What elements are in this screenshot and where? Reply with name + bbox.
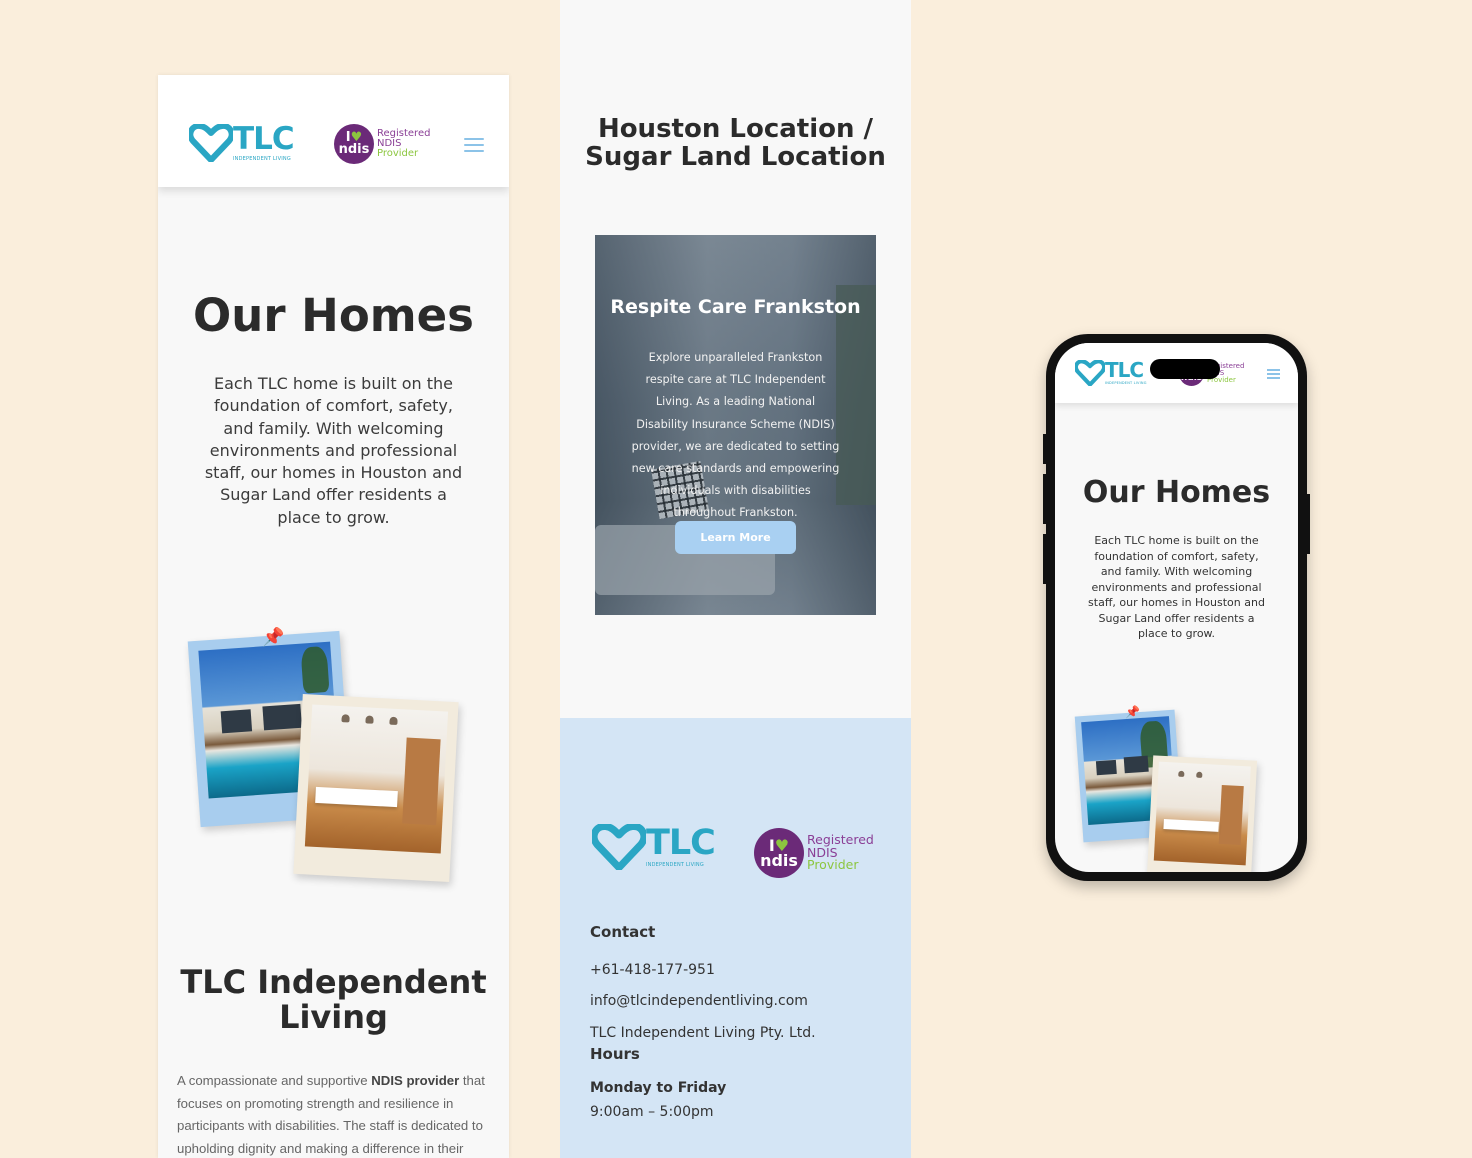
tlc-tagline: INDEPENDENT LIVING — [233, 156, 291, 162]
phone-mockup: TLC INDEPENDENT LIVING I♥ ndis Registere… — [1043, 334, 1310, 881]
page-title: Our Homes — [193, 289, 474, 342]
email-link[interactable]: info@tlcindependentliving.com — [590, 993, 808, 1009]
pushpin-icon: 📌 — [262, 627, 285, 648]
location-page-preview: Houston Location / Sugar Land Location R… — [560, 0, 911, 1158]
phone-link[interactable]: +61-418-177-951 — [590, 962, 715, 978]
homes-page-preview: TLC INDEPENDENT LIVING I ♥ ndis Registere… — [158, 75, 509, 1158]
hours-days: Monday to Friday — [590, 1080, 727, 1096]
tlc-logo[interactable]: TLC INDEPENDENT LIVING — [189, 121, 295, 162]
footer-ndis-logo: I ♥ ndis Registered NDIS Provider — [754, 828, 874, 878]
phone-page-title: Our Homes — [1082, 475, 1271, 510]
tlc-wordmark-text: TLC — [233, 121, 295, 157]
hamburger-menu-icon[interactable] — [464, 138, 484, 156]
tlc-wordmark-text: TLC — [646, 823, 716, 863]
ndis-word: ndis — [338, 142, 370, 157]
about-text-bold: NDIS provider — [371, 1073, 460, 1088]
heart-logo-icon — [189, 124, 233, 162]
about-text: A compassionate and supportive NDIS prov… — [177, 1070, 497, 1158]
ndis-caption: Registered NDIS Provider — [377, 129, 430, 159]
ndis-line3: Provider — [807, 857, 859, 873]
phone-screen: TLC INDEPENDENT LIVING I♥ ndis Registere… — [1055, 343, 1298, 872]
ndis-badge: I♥ ndis — [334, 124, 374, 164]
tlc-wordmark-text: TLC — [1105, 358, 1144, 383]
ndis-line3: Provider — [377, 148, 419, 159]
hours-heading: Hours — [590, 1045, 640, 1063]
phone-kitchen-photo — [1146, 755, 1258, 872]
tlc-wordmark: TLC INDEPENDENT LIVING — [646, 823, 716, 868]
location-title: Houston Location / Sugar Land Location — [585, 114, 886, 172]
phone-tlc-logo[interactable]: TLC INDEPENDENT LIVING — [1075, 360, 1147, 386]
ndis-logo: I ♥ ndis Registered NDIS Provider — [334, 124, 430, 164]
tlc-tagline: INDEPENDENT LIVING — [646, 862, 704, 868]
tlc-tagline: INDEPENDENT LIVING — [1105, 381, 1147, 386]
about-text-part: A compassionate and supportive — [177, 1073, 372, 1088]
intro-text: Each TLC home is built on the foundation… — [204, 374, 463, 527]
heart-logo-icon — [592, 824, 646, 870]
ndis-badge: I♥ ndis — [754, 828, 804, 878]
learn-more-button[interactable]: Learn More — [675, 521, 796, 554]
respite-care-card: Respite Care Frankston Explore unparalle… — [595, 235, 876, 615]
site-header: TLC INDEPENDENT LIVING I ♥ ndis Registere… — [158, 75, 509, 187]
ndis-caption: Registered NDIS Provider — [807, 834, 874, 872]
kitchen-photo — [293, 694, 459, 882]
hours-time: 9:00am – 5:00pm — [590, 1104, 714, 1120]
tlc-wordmark: TLC INDEPENDENT LIVING — [1105, 360, 1147, 386]
company-name: TLC Independent Living Pty. Ltd. — [590, 1025, 816, 1041]
ndis-word: ndis — [760, 851, 798, 870]
hamburger-menu-icon[interactable] — [1267, 369, 1280, 381]
footer-tlc-logo[interactable]: TLC INDEPENDENT LIVING — [592, 823, 716, 870]
pushpin-icon: 📌 — [1125, 705, 1140, 719]
site-footer: TLC INDEPENDENT LIVING I ♥ ndis Registere… — [560, 718, 911, 1158]
card-text: Explore unparalleled Frankston respite c… — [631, 351, 840, 520]
contact-heading: Contact — [590, 923, 656, 941]
dynamic-island — [1150, 359, 1220, 379]
tlc-wordmark: TLC INDEPENDENT LIVING — [233, 121, 295, 162]
heart-logo-icon — [1075, 360, 1105, 386]
about-title: TLC Independent Living — [180, 963, 487, 1036]
phone-intro-text: Each TLC home is built on the foundation… — [1088, 534, 1265, 640]
card-title: Respite Care Frankston — [610, 296, 861, 318]
